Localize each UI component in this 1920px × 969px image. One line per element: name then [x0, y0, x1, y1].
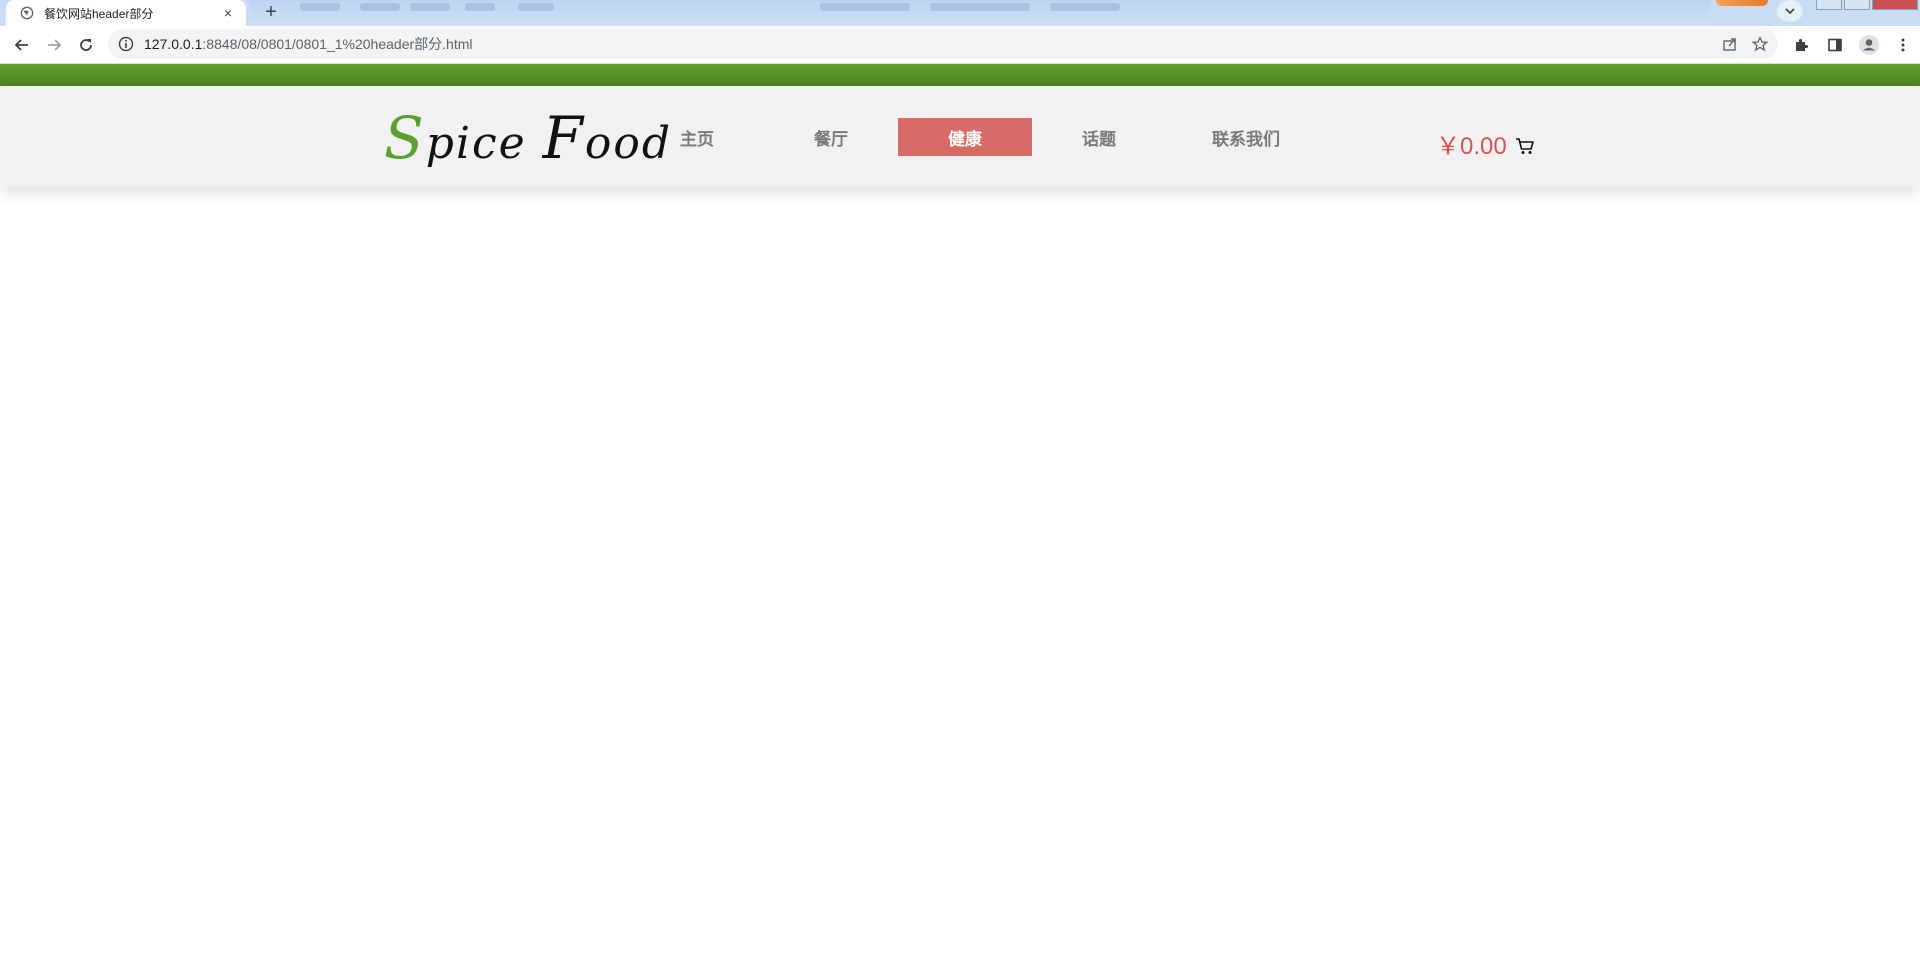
blurred-tab: [820, 3, 910, 11]
maximize-button[interactable]: [1844, 0, 1870, 10]
taskbar-app-highlight: [1716, 0, 1768, 6]
logo-text-pice: pice: [425, 118, 543, 169]
omnibox-actions: [1722, 36, 1768, 52]
share-icon[interactable]: [1722, 36, 1738, 52]
blurred-tab: [300, 3, 340, 11]
nav-item-home[interactable]: 主页: [630, 118, 764, 156]
blurred-tab: [930, 3, 1030, 11]
site-header: Spice Food 主页 餐厅 健康 话题 联系我们 ￥0.00: [0, 86, 1920, 187]
site-logo[interactable]: Spice Food: [384, 108, 672, 169]
url-path: :8848/08/0801/0801_1%20header部分.html: [202, 36, 473, 52]
url-host: 127.0.0.1: [144, 36, 203, 52]
close-tab-icon[interactable]: ×: [220, 5, 236, 21]
url-text[interactable]: 127.0.0.1:8848/08/0801/0801_1%20header部分…: [144, 34, 472, 54]
blurred-tab: [360, 3, 400, 11]
reload-icon: [80, 38, 92, 51]
puzzle-icon: [1796, 39, 1808, 51]
nav-item-restaurant[interactable]: 餐厅: [764, 118, 898, 156]
side-panel-icon: [1828, 38, 1842, 52]
forward-button[interactable]: [38, 29, 70, 61]
menu-button[interactable]: [1888, 30, 1918, 60]
logo-letter-s: S: [384, 104, 426, 172]
blurred-tab: [1050, 3, 1120, 11]
background-tabs-blur: [250, 0, 1710, 26]
cart-price: ￥0.00: [1436, 133, 1507, 160]
tab-search-button[interactable]: [1777, 0, 1803, 22]
logo-letter-f: F: [542, 104, 585, 172]
window-controls: [1814, 0, 1918, 10]
top-green-strip: [0, 64, 1920, 86]
minimize-button[interactable]: [1816, 0, 1842, 10]
active-tab[interactable]: 餐饮网站header部分 ×: [6, 0, 246, 26]
reload-button[interactable]: [70, 29, 102, 61]
cart[interactable]: ￥0.00: [1436, 126, 1535, 161]
browser-tabstrip: 餐饮网站header部分 × +: [0, 0, 1920, 26]
toolbar-right-actions: [1786, 30, 1918, 60]
globe-icon: [20, 6, 34, 20]
arrow-left-icon: [14, 38, 28, 51]
bookmark-star-icon[interactable]: [1752, 36, 1768, 52]
close-window-button[interactable]: [1872, 0, 1918, 10]
blurred-tab: [518, 3, 554, 11]
browser-toolbar: 127.0.0.1:8848/08/0801/0801_1%20header部分…: [0, 26, 1920, 64]
shopping-cart-icon[interactable]: [1515, 136, 1535, 156]
blurred-tab: [410, 3, 450, 11]
extensions-button[interactable]: [1786, 30, 1816, 60]
back-button[interactable]: [6, 29, 38, 61]
kebab-menu-icon: [1901, 38, 1905, 52]
profile-button[interactable]: [1854, 30, 1884, 60]
avatar-icon: [1859, 35, 1879, 55]
web-page: Spice Food 主页 餐厅 健康 话题 联系我们 ￥0.00: [0, 64, 1920, 969]
nav-item-health[interactable]: 健康: [898, 118, 1032, 156]
nav-item-topics[interactable]: 话题: [1032, 118, 1166, 156]
arrow-right-icon: [48, 38, 62, 51]
address-bar[interactable]: 127.0.0.1:8848/08/0801/0801_1%20header部分…: [108, 29, 1778, 59]
nav-item-contact[interactable]: 联系我们: [1166, 118, 1326, 156]
chevron-down-icon: [1785, 8, 1795, 15]
new-tab-button[interactable]: +: [256, 0, 286, 24]
info-icon[interactable]: [118, 36, 134, 52]
side-panel-button[interactable]: [1820, 30, 1850, 60]
blurred-tab: [465, 3, 495, 11]
tab-title: 餐饮网站header部分: [44, 6, 154, 21]
